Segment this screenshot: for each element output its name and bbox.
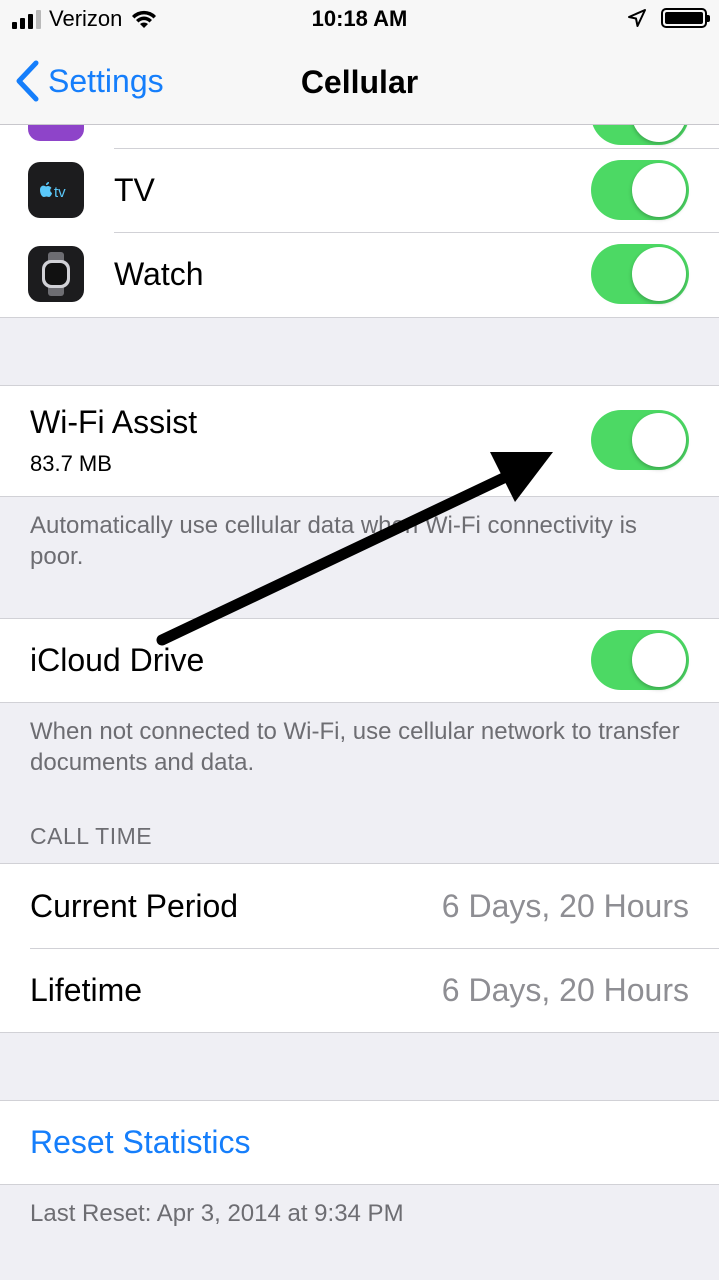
lifetime-label: Lifetime <box>30 972 143 1008</box>
icloud-drive-footnote: When not connected to Wi-Fi, use cellula… <box>30 718 680 776</box>
wifi-assist-footnote: Automatically use cellular data when Wi-… <box>30 512 637 570</box>
apple-watch-icon <box>28 246 84 302</box>
apps-section: tv TV Watch <box>0 125 719 318</box>
partial-toggle[interactable] <box>591 125 689 145</box>
location-arrow-icon <box>628 9 646 27</box>
icloud-drive-section: iCloud Drive <box>0 618 719 703</box>
navigation-bar: Settings Cellular <box>0 44 719 125</box>
apple-tv-icon: tv <box>28 162 84 218</box>
reset-statistics-button[interactable]: Reset Statistics <box>30 1124 251 1161</box>
app-label-tv: TV <box>114 172 155 208</box>
list-item-partial <box>0 125 719 148</box>
call-time-section: Current Period 6 Days, 20 Hours Lifetime… <box>0 863 719 1033</box>
list-item-watch: Watch <box>0 232 719 316</box>
status-bar: Verizon 10:18 AM <box>0 0 719 44</box>
wifi-assist-section: Wi-Fi Assist 83.7 MB <box>0 385 719 497</box>
watch-cellular-toggle[interactable] <box>591 244 689 304</box>
current-period-row: Current Period 6 Days, 20 Hours <box>0 864 719 948</box>
call-time-header: CALL TIME <box>30 823 153 849</box>
watch-glyph-icon <box>42 252 70 296</box>
wifi-assist-label: Wi-Fi Assist <box>30 404 198 440</box>
app-label-watch: Watch <box>114 256 204 292</box>
page-title: Cellular <box>300 64 419 100</box>
app-icon-purple <box>28 125 84 141</box>
last-reset-text: Last Reset: Apr 3, 2014 at 9:34 PM <box>30 1200 404 1227</box>
icloud-drive-toggle[interactable] <box>591 630 689 690</box>
status-time: 10:18 AM <box>311 6 408 31</box>
wifi-assist-usage: 83.7 MB <box>30 451 112 476</box>
reset-section: Reset Statistics <box>0 1100 719 1185</box>
wifi-assist-toggle[interactable] <box>591 410 689 470</box>
lifetime-value: 6 Days, 20 Hours <box>441 972 689 1008</box>
tv-cellular-toggle[interactable] <box>591 160 689 220</box>
icloud-drive-label: iCloud Drive <box>30 642 205 678</box>
status-right <box>627 8 710 28</box>
current-period-value: 6 Days, 20 Hours <box>441 888 689 924</box>
svg-text:tv: tv <box>54 184 66 201</box>
battery-icon <box>661 8 710 28</box>
lifetime-row: Lifetime 6 Days, 20 Hours <box>0 948 719 1032</box>
apple-logo-icon: tv <box>40 182 66 201</box>
list-item-tv: tv TV <box>0 148 719 232</box>
current-period-label: Current Period <box>30 888 239 924</box>
